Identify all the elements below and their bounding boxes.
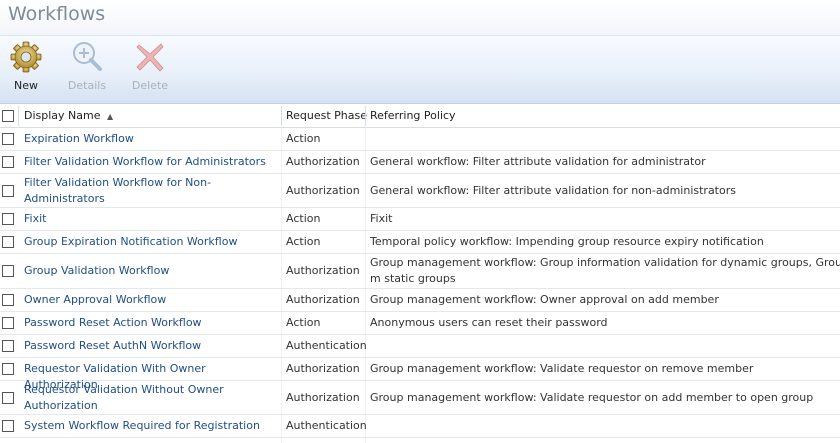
row-checkbox[interactable] [2,340,14,352]
column-divider [365,106,366,126]
row-checkbox[interactable] [2,420,14,432]
workflow-name-link[interactable]: Requestor Validation Without Owner Autho… [24,382,239,414]
row-checkbox[interactable] [2,294,14,306]
table-row[interactable]: Password Reset AuthN Workflow Authentica… [0,335,840,358]
page-title: Workflows [8,3,106,25]
workflow-name-link[interactable]: Group Expiration Notification Workflow [24,234,282,250]
table-row[interactable]: Filter Validation Workflow for Non-Admin… [0,174,840,208]
referring-policy: Group management workflow: Owner approva… [370,293,719,306]
row-checkbox[interactable] [2,317,14,329]
workflow-name-link[interactable]: Filter Validation Workflow for Administr… [24,154,282,170]
workflow-name-link[interactable]: Password Reset Action Workflow [24,315,282,331]
workflows-table: Display Name ▲ Request Phase Referring P… [0,104,840,443]
workflow-name-link[interactable]: System Workflow Required for Registratio… [24,418,282,434]
column-divider [18,106,19,126]
row-checkbox[interactable] [2,236,14,248]
details-button[interactable]: Details [61,40,113,98]
table-header: Display Name ▲ Request Phase Referring P… [0,104,840,128]
row-checkbox[interactable] [2,392,14,404]
delete-x-icon [136,43,164,72]
details-button-label: Details [67,79,107,92]
workflow-name-link[interactable]: Fixit [24,211,282,227]
referring-policy: Fixit [370,212,393,225]
table-row[interactable]: Requestor Validation Without Owner Autho… [0,381,840,415]
table-row[interactable]: Requestor Validation With Owner Authoriz… [0,358,840,391]
table-row[interactable]: System Workflow Required for Registratio… [0,415,840,438]
column-header-display-name[interactable]: Display Name ▲ [24,104,113,128]
request-phase: Authentication [286,419,367,432]
request-phase: Authorization [286,362,360,375]
select-all-checkbox[interactable] [2,110,14,122]
referring-policy: Group management workflow: Group informa… [370,256,840,285]
new-button-label: New [14,79,38,92]
toolbar: New Details Delete [0,36,840,104]
gear-icon [10,41,42,73]
request-phase: Action [286,132,321,145]
column-header-request-phase[interactable]: Request Phase [286,104,367,128]
request-phase: Action [286,235,321,248]
request-phase: Authentication [286,339,367,352]
row-checkbox[interactable] [2,213,14,225]
table-row[interactable]: Group Expiration Notification Workflow A… [0,231,840,254]
workflow-name-link[interactable]: Group Validation Workflow [24,263,282,279]
workflow-name-link[interactable]: Password Reset AuthN Workflow [24,338,282,354]
request-phase: Authorization [286,184,360,197]
request-phase: Action [286,212,321,225]
column-header-referring-policy[interactable]: Referring Policy [370,104,456,128]
row-checkbox[interactable] [2,156,14,168]
request-phase: Authorization [286,391,360,404]
referring-policy: General workflow: Filter attribute valid… [370,155,706,168]
column-divider [281,106,282,126]
request-phase: Action [286,316,321,329]
row-checkbox[interactable] [2,133,14,145]
table-row[interactable]: Password Reset Action Workflow Action An… [0,312,840,335]
request-phase: Authorization [286,293,360,306]
delete-button[interactable]: Delete [124,40,176,98]
workflow-name-link[interactable]: Owner Approval Workflow [24,292,282,308]
row-checkbox[interactable] [2,363,14,375]
referring-policy: Temporal policy workflow: Impending grou… [370,235,764,248]
referring-policy: Group management workflow: Validate requ… [370,362,754,375]
request-phase: Authorization [286,155,360,168]
sort-ascending-icon: ▲ [107,112,114,121]
title-bar: Workflows [0,0,840,36]
table-row[interactable]: Owner Approval Workflow Authorization Gr… [0,289,840,312]
row-checkbox[interactable] [2,265,14,277]
zoom-in-icon [73,42,102,71]
column-header-display-name-label: Display Name [24,109,101,122]
row-checkbox[interactable] [2,185,14,197]
table-row[interactable]: Filter Validation Workflow for Administr… [0,151,840,174]
table-row[interactable]: Expiration Workflow Action [0,128,840,151]
workflow-name-link[interactable]: Expiration Workflow [24,131,282,147]
workflow-name-link[interactable]: Filter Validation Workflow for Non-Admin… [24,175,224,207]
delete-button-label: Delete [131,79,169,92]
table-row[interactable]: Fixit Action Fixit [0,208,840,231]
table-row[interactable]: Group Validation Workflow Authorization … [0,254,840,289]
referring-policy: Group management workflow: Validate requ… [370,391,814,404]
referring-policy: Anonymous users can reset their password [370,316,608,329]
referring-policy: General workflow: Filter attribute valid… [370,184,736,197]
request-phase: Authorization [286,264,360,277]
new-button[interactable]: New [0,40,52,98]
